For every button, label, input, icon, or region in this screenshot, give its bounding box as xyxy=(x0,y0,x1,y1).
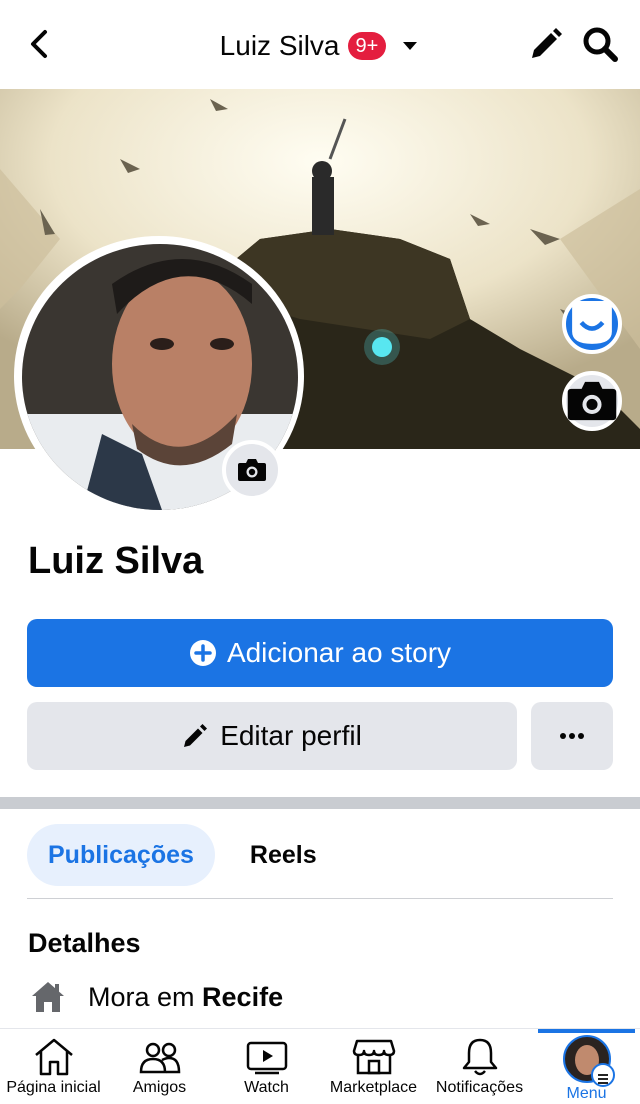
home-icon xyxy=(34,1038,73,1076)
tab-reels[interactable]: Reels xyxy=(229,824,338,886)
nav-watch-label: Watch xyxy=(244,1079,289,1096)
nav-friends-label: Amigos xyxy=(132,1079,187,1096)
nav-home-label: Página inicial xyxy=(6,1079,101,1096)
nav-marketplace-label: Marketplace xyxy=(329,1079,418,1096)
detail-lives-city[interactable]: Recife xyxy=(202,982,283,1012)
pencil-icon xyxy=(184,724,208,747)
pencil-icon[interactable] xyxy=(526,26,564,64)
add-story-label: Adicionar ao story xyxy=(226,637,452,668)
section-divider xyxy=(0,797,640,809)
nav-notifications[interactable]: Notificações xyxy=(426,1029,533,1104)
camera-icon xyxy=(238,459,266,481)
bottom-navigation: Página inicial Amigos Watch Marketplace … xyxy=(0,1028,640,1104)
notification-badge: 9+ xyxy=(347,32,387,60)
profile-camera-button[interactable] xyxy=(222,440,282,500)
details-heading: Detalhes xyxy=(28,928,141,958)
menu-avatar xyxy=(562,1035,615,1087)
watch-icon xyxy=(246,1041,287,1075)
detail-lives-in: Mora em Recife xyxy=(30,980,283,1014)
more-options-button[interactable] xyxy=(531,702,613,770)
nav-menu-label: Menu xyxy=(566,1085,607,1102)
profile-tabs: Publicações Reels xyxy=(27,824,338,886)
add-story-button[interactable]: Adicionar ao story xyxy=(27,619,613,687)
marketplace-icon xyxy=(352,1039,395,1075)
chevron-down-icon xyxy=(403,42,418,50)
profile-name: Luiz Silva xyxy=(28,540,204,582)
top-bar: Luiz Silva 9+ xyxy=(0,0,640,89)
home-icon xyxy=(32,982,64,1012)
tabs-separator xyxy=(27,898,613,899)
nav-home[interactable]: Página inicial xyxy=(0,1029,107,1104)
nav-menu[interactable]: Menu xyxy=(533,1029,640,1104)
plus-circle-icon xyxy=(189,640,216,666)
edit-profile-button[interactable]: Editar perfil xyxy=(27,702,517,770)
nav-marketplace[interactable]: Marketplace xyxy=(320,1029,427,1104)
detail-lives-prefix: Mora em xyxy=(88,981,195,1012)
edit-profile-label: Editar perfil xyxy=(220,720,362,751)
camera-icon xyxy=(567,381,617,421)
search-icon[interactable] xyxy=(580,24,620,64)
nav-notifications-label: Notificações xyxy=(435,1079,524,1096)
nav-friends[interactable]: Amigos xyxy=(106,1029,213,1104)
tab-publicacoes[interactable]: Publicações xyxy=(27,824,215,886)
more-icon xyxy=(560,733,584,739)
hamburger-icon xyxy=(590,1063,615,1087)
bell-icon xyxy=(462,1038,497,1076)
cover-camera-button[interactable] xyxy=(562,371,622,431)
nav-watch[interactable]: Watch xyxy=(213,1029,320,1104)
friends-icon xyxy=(139,1042,180,1074)
header-title: Luiz Silva xyxy=(219,30,340,61)
